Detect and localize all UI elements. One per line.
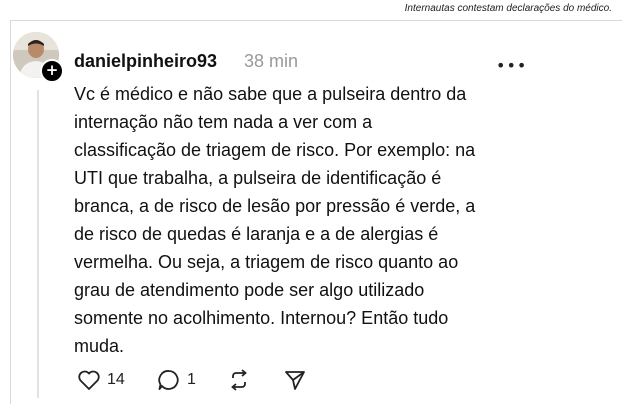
like-count: 14 (107, 371, 125, 388)
action-bar: 14 1 (77, 367, 307, 393)
more-options-icon[interactable]: ••• (496, 56, 527, 75)
post-line: grau de atendimento pode ser algo utiliz… (74, 280, 425, 300)
like-button[interactable]: 14 (77, 369, 157, 391)
post-line: Vc é médico e não sabe que a pulseira de… (74, 84, 467, 104)
username[interactable]: danielpinheiro93 (74, 51, 217, 72)
reply-button[interactable]: 1 (157, 369, 227, 391)
share-button[interactable] (283, 369, 307, 391)
post-line: somente no acolhimento. Internou? Então … (74, 308, 449, 328)
post-line: UTI que trabalha, a pulseira de identifi… (74, 168, 442, 188)
post-time: 38 min (244, 51, 299, 71)
post-line: branca, a de risco de lesão por pressão … (74, 196, 476, 216)
repost-button[interactable] (227, 369, 283, 391)
follow-plus-icon[interactable]: + (40, 59, 64, 83)
post-line: vermelha. Ou seja, a triagem de risco qu… (74, 252, 459, 272)
comment-icon (158, 370, 179, 390)
post-body: Vc é médico e não sabe que a pulseira de… (74, 80, 544, 360)
post-line: de risco de quedas é laranja e a de aler… (74, 224, 439, 244)
heart-icon (78, 370, 100, 390)
thread-line (37, 90, 39, 398)
post-line: muda. (74, 336, 125, 356)
share-icon (285, 371, 305, 390)
image-caption: Internautas contestam declarações do méd… (404, 3, 612, 14)
post-line: classificação de triagem de risco. Por e… (74, 140, 476, 160)
repost-icon (231, 369, 247, 391)
reply-count: 1 (187, 371, 196, 388)
post-line: internação não tem nada a ver com a (74, 112, 373, 132)
